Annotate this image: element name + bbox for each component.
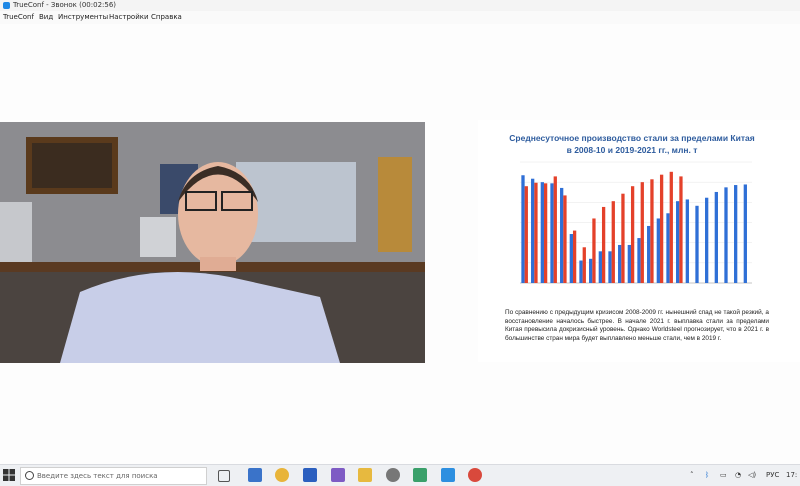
chart-bar — [572, 230, 577, 283]
steel-production-chart — [520, 161, 752, 284]
folder-icon[interactable] — [358, 468, 372, 482]
taskbar-search-box[interactable]: Введите здесь текст для поиска — [20, 467, 207, 485]
chrome-2-icon[interactable] — [468, 468, 482, 482]
network-icon[interactable]: ◔ — [735, 471, 741, 479]
task-view-icon[interactable] — [218, 470, 230, 482]
chart-bar — [666, 213, 670, 283]
mail-icon[interactable] — [248, 468, 262, 482]
window-titlebar: TrueConf - Звонок (00:02:56) — [0, 0, 800, 11]
search-placeholder: Введите здесь текст для поиска — [37, 472, 158, 480]
trueconf-taskbar-icon[interactable] — [441, 468, 455, 482]
bluetooth-icon[interactable]: ᛒ — [705, 471, 709, 479]
tray-chevron-icon[interactable]: ˄ — [690, 471, 694, 479]
chart-bar — [601, 206, 606, 283]
chart-bar — [540, 182, 544, 283]
chart-bar — [627, 244, 631, 283]
volume-icon[interactable]: ◁) — [748, 471, 756, 479]
chart-bar — [656, 218, 660, 283]
chart-bar — [695, 205, 699, 283]
store-icon[interactable] — [331, 468, 345, 482]
chart-bar — [618, 244, 622, 283]
presentation-slide: Среднесуточное производство стали за пре… — [478, 120, 800, 362]
chart-bar — [734, 185, 738, 283]
chart-bar — [589, 258, 593, 283]
chart-bar — [714, 191, 718, 283]
slide-title: Среднесуточное производство стали за пре… — [488, 132, 776, 156]
chart-bar — [531, 178, 535, 283]
search-icon — [25, 471, 34, 480]
chart-bar — [563, 195, 567, 283]
trueconf-app-icon — [3, 2, 10, 9]
menu-tools[interactable]: Инструменты — [58, 13, 108, 21]
chart-bar — [659, 174, 664, 283]
chart-bar — [705, 197, 709, 283]
slide-title-line2: в 2008-10 и 2019-2021 гг., млн. т — [566, 145, 698, 155]
windows-start-icon[interactable] — [3, 469, 15, 481]
chart-bar — [650, 179, 654, 283]
menu-trueconf[interactable]: TrueConf — [3, 13, 34, 21]
chart-bar — [608, 251, 612, 283]
chart-bar — [579, 260, 583, 283]
menu-view[interactable]: Вид — [39, 13, 53, 21]
chrome-icon[interactable] — [275, 468, 289, 482]
chart-bar — [524, 186, 528, 283]
chart-bar — [569, 234, 573, 283]
chart-bar — [611, 201, 615, 283]
chart-bar — [598, 251, 602, 283]
chart-bar — [521, 175, 525, 283]
slide-body-text: По сравнению с предыдущим кризисом 2008-… — [505, 309, 769, 342]
chart-bar — [637, 238, 641, 283]
settings-gear-icon[interactable] — [386, 468, 400, 482]
participant-video[interactable] — [0, 122, 425, 363]
menu-help[interactable]: Справка — [151, 13, 182, 21]
chart-bar — [550, 183, 554, 283]
chart-bar — [592, 218, 596, 283]
chart-bar — [679, 176, 683, 283]
chart-bar — [676, 201, 680, 283]
windows-taskbar: Введите здесь текст для поиска ˄ ᛒ ▭ ◔ ◁… — [0, 464, 800, 486]
chart-bar — [630, 186, 635, 283]
video-scene — [0, 122, 425, 363]
chart-bar — [640, 182, 644, 283]
chart-bar — [534, 182, 538, 283]
photos-icon[interactable] — [413, 468, 427, 482]
window-title: TrueConf - Звонок (00:02:56) — [13, 1, 117, 9]
chart-bar — [743, 184, 747, 283]
menu-bar: TrueConf Вид Инструменты Настройки Справ… — [0, 11, 800, 24]
clock[interactable]: 17: — [786, 471, 797, 479]
chart-bar — [621, 193, 625, 283]
menu-settings[interactable]: Настройки — [109, 13, 149, 21]
battery-icon[interactable]: ▭ — [720, 471, 727, 479]
chart-bar — [560, 187, 564, 283]
chart-bar — [582, 247, 586, 283]
chart-bar — [669, 171, 673, 283]
language-indicator[interactable]: РУС — [766, 471, 779, 479]
chart-bar — [553, 176, 557, 283]
chart-bar — [647, 225, 651, 283]
chart-bar — [543, 183, 548, 283]
slide-title-line1: Среднесуточное производство стали за пре… — [509, 133, 755, 143]
app-icon[interactable] — [303, 468, 317, 482]
chart-bar — [724, 187, 728, 283]
chart-bar — [685, 199, 689, 283]
